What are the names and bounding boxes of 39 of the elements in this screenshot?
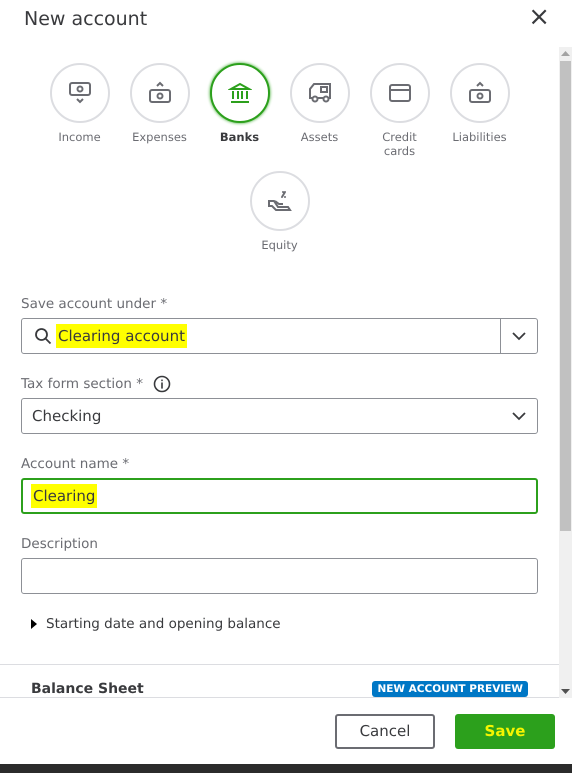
text-field[interactable] bbox=[21, 558, 538, 594]
preview-badge: NEW ACCOUNT PREVIEW bbox=[372, 681, 528, 697]
field-value: Checking bbox=[31, 406, 102, 427]
card-icon bbox=[388, 83, 412, 103]
field-label: Account name * bbox=[21, 456, 130, 472]
bank-icon bbox=[228, 81, 252, 105]
category-label: Expenses bbox=[131, 130, 188, 144]
search-select-field[interactable]: Clearing account bbox=[21, 318, 538, 354]
dialog-title: New account bbox=[24, 8, 148, 30]
field-value: Clearing bbox=[31, 484, 98, 508]
chevron-down-icon bbox=[511, 411, 527, 421]
category-label: Liabilities bbox=[451, 130, 508, 144]
search-icon bbox=[34, 327, 52, 345]
category-label: Assets bbox=[300, 130, 340, 144]
info-icon bbox=[153, 375, 171, 393]
scrollbar[interactable] bbox=[559, 47, 572, 698]
field-label: Save account under * bbox=[21, 296, 168, 312]
hand-icon bbox=[266, 189, 292, 213]
section-toggle[interactable]: Starting date and opening balance bbox=[46, 616, 281, 632]
category-label: Income bbox=[57, 130, 102, 144]
close-button[interactable]: × bbox=[528, 4, 550, 30]
category-label: Banks bbox=[218, 130, 260, 144]
cash-icon bbox=[468, 80, 492, 106]
field-label: Description bbox=[21, 536, 98, 552]
field-label: Tax form section * bbox=[21, 376, 143, 392]
cash-icon bbox=[68, 80, 92, 106]
text-field[interactable]: Clearing bbox=[21, 478, 538, 514]
select-field[interactable]: Checking bbox=[21, 398, 538, 434]
van-icon bbox=[306, 81, 332, 105]
cash-icon bbox=[148, 80, 172, 106]
preview-title: Balance Sheet bbox=[31, 681, 144, 697]
cancel-button[interactable]: Cancel bbox=[335, 714, 435, 748]
scroll-down-icon[interactable] bbox=[561, 689, 570, 695]
field-value: Clearing account bbox=[56, 324, 187, 348]
category-label: Credit cards bbox=[381, 130, 418, 158]
category-button[interactable] bbox=[210, 63, 270, 123]
expand-triangle-icon[interactable] bbox=[31, 619, 37, 629]
chevron-down-icon[interactable] bbox=[511, 331, 527, 341]
category-label: Equity bbox=[260, 238, 299, 252]
